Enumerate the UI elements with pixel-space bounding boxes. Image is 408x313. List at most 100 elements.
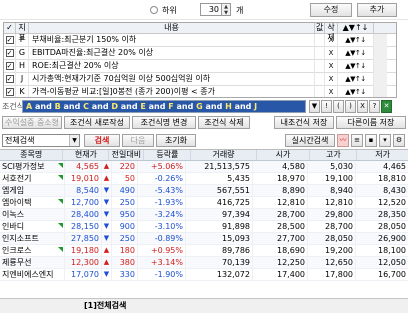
search-scope-select[interactable]: 전체검색 ▼ [2, 134, 80, 147]
rate-cell: +0.95% [138, 244, 186, 257]
condition-move-controls[interactable]: ▲▼↑↓ [338, 33, 374, 47]
scrollbar-track[interactable] [374, 59, 387, 73]
high-cell: 12,810 [308, 196, 356, 209]
condition-checkbox-cell: ✓ [4, 59, 16, 73]
table-row[interactable]: 이녹스 28,400 ▼ 950 -3.24% 97,394 28,700 29… [0, 208, 408, 221]
table-row[interactable]: SCI평가정보 4,565 ▲ 220 +5.06% 21,513,575 4,… [0, 160, 408, 173]
col-open[interactable]: 시가 [257, 150, 311, 160]
table-row[interactable]: 서호전기 19,010 ▲ 50 -0.26% 5,435 18,970 19,… [0, 172, 408, 185]
table-row[interactable]: 인바디 28,150 ▼ 900 -3.10% 91,898 28,500 28… [0, 220, 408, 233]
condition-value [315, 85, 325, 97]
condition-move-controls[interactable]: ▲▼↑↓ [338, 46, 374, 60]
col-price[interactable]: 현재가 [63, 150, 110, 160]
price-cell: 12,700 [65, 196, 102, 209]
volume-cell: 416,725 [186, 196, 253, 209]
save-as-button[interactable]: 다른이름 저장 [336, 116, 406, 129]
excel-icon[interactable]: ✕ [381, 100, 392, 113]
new-condition-button[interactable]: 조건식 새로작성 [64, 116, 130, 129]
realtime-search-button[interactable]: 실시간검색 [285, 134, 335, 147]
condition-row[interactable]: ✓ G EBITDA마진율:최근결산 20% 이상 X ▲▼↑↓ [4, 46, 396, 60]
condition-table: ✓ 지표 내용 값 삭제 ▲▼↑↓ ✓ F 부채비율:최근분기 150% 이하 … [3, 22, 397, 98]
table-row[interactable]: 엠아이텍 12,700 ▼ 250 -1.93% 416,725 12,810 … [0, 196, 408, 209]
rename-condition-button[interactable]: 조건식명 변경 [132, 116, 196, 129]
x-symbol-button[interactable]: X [357, 100, 368, 113]
scrollbar-track[interactable] [374, 46, 387, 60]
condition-checkbox-cell: ✓ [4, 72, 16, 86]
diff-cell: 900 [112, 220, 138, 233]
scrollbar-track[interactable] [374, 72, 387, 86]
chevron-down-icon[interactable]: ▾ [379, 134, 391, 147]
rate-cell: -5.43% [138, 184, 186, 197]
condition-checkbox[interactable]: ✓ [5, 62, 14, 70]
table-row[interactable]: 엠게임 8,540 ▼ 490 -5.43% 567,551 8,890 8,9… [0, 184, 408, 197]
col-high[interactable]: 고가 [310, 150, 358, 160]
condition-delete[interactable]: X [325, 59, 338, 73]
save-condition-button[interactable]: 내조건식 저장 [274, 116, 334, 129]
list-icon[interactable]: ≡ [351, 134, 363, 147]
help-symbol-button[interactable]: ? [369, 100, 380, 113]
open-paren-button[interactable]: ( [333, 100, 344, 113]
condition-row[interactable]: ✓ H ROE:최근결산 20% 이상 X ▲▼↑↓ [4, 59, 396, 73]
col-diff[interactable]: 전일대비 [109, 150, 145, 160]
condition-checkbox[interactable]: ✓ [5, 88, 14, 96]
table-row[interactable]: 제룡무선 12,300 ▲ 380 +3.14% 70,139 12,250 1… [0, 256, 408, 269]
bottom-radio[interactable] [150, 6, 158, 14]
reset-button[interactable]: 초기화 [156, 134, 196, 147]
options-icon[interactable]: ▪ [365, 134, 377, 147]
condition-move-controls[interactable]: ▲▼↑↓ [338, 59, 374, 73]
down-arrow-icon: ▼ [102, 268, 112, 281]
low-cell: 4,465 [383, 161, 406, 171]
condition-delete[interactable]: X [325, 85, 338, 97]
condition-move-controls[interactable]: ▲▼↑↓ [338, 85, 374, 97]
stock-name-text: SCI평가정보 [2, 161, 45, 171]
search-scope-value: 전체검색 [5, 136, 35, 145]
delete-condition-button[interactable]: 조건식 삭제 [198, 116, 250, 129]
table-row[interactable]: 인크로스 19,180 ▲ 180 +0.95% 89,786 18,690 1… [0, 244, 408, 257]
volume-cell: 132,072 [186, 268, 253, 281]
col-rate[interactable]: 등락률 [144, 150, 192, 160]
scrollbar-track[interactable] [374, 33, 387, 47]
high-cell: 8,940 [308, 184, 356, 197]
table-row[interactable]: 인지소프트 27,850 ▼ 250 -0.89% 15,093 27,700 … [0, 232, 408, 245]
high-cell: 19,200 [308, 244, 356, 257]
condition-delete[interactable]: X [325, 46, 338, 60]
edit-button[interactable]: 수정 [310, 3, 352, 17]
stock-name-text: 엠게임 [2, 185, 25, 195]
volume-cell: 97,394 [186, 208, 253, 221]
diff-cell: 250 [112, 232, 138, 245]
formula-token: G [196, 102, 203, 111]
next-button[interactable]: 다음 [122, 134, 154, 147]
down-arrow-icon: ▼ [102, 220, 112, 233]
col-name[interactable]: 종목명 [0, 150, 64, 160]
col-volume[interactable]: 거래량 [191, 150, 257, 160]
not-symbol-button[interactable]: ! [321, 100, 332, 113]
count-spinner[interactable]: ▲ ▼ [222, 3, 231, 16]
low-cell: 12,520 [378, 197, 406, 207]
formula-expression[interactable]: A and B and C and D and E and F and G an… [22, 100, 306, 113]
count-input[interactable]: 30 [200, 3, 222, 16]
condition-checkbox[interactable]: ✓ [5, 49, 14, 57]
condition-row[interactable]: ✓ F 부채비율:최근분기 150% 이하 X ▲▼↑↓ [4, 33, 396, 47]
condition-checkbox[interactable]: ✓ [5, 36, 14, 44]
condition-row[interactable]: ✓ K 가격-이동평균 비교:[일]0봉전 (종가 200)이평 < 종가 X … [4, 85, 396, 97]
condition-delete[interactable]: X [325, 72, 338, 86]
rate-cell: +3.14% [138, 256, 186, 269]
scrollbar-track[interactable] [374, 85, 387, 97]
table-row[interactable]: 지엔비에스엔지 17,070 ▼ 330 -1.90% 132,072 17,4… [0, 268, 408, 281]
col-low[interactable]: 저가 [357, 150, 408, 160]
condition-row[interactable]: ✓ J 시가총액:현재가기준 70십억원 이상 500십억원 이하 X ▲▼↑↓ [4, 72, 396, 86]
up-arrow-icon: ▲ [102, 160, 112, 173]
add-button[interactable]: 추가 [357, 3, 397, 17]
close-paren-button[interactable]: ) [345, 100, 356, 113]
chart-icon[interactable]: 〰 [337, 134, 349, 147]
strategy-name-field[interactable]: 수익설중 중소형 [2, 116, 62, 129]
condition-delete[interactable]: X [325, 33, 338, 47]
settings-icon[interactable]: ⚙ [393, 134, 405, 147]
condition-checkbox[interactable]: ✓ [5, 75, 14, 83]
open-cell: 18,970 [253, 172, 308, 185]
search-button[interactable]: 검색 [84, 134, 120, 147]
tab-all-search[interactable]: [1]전체검색 [84, 300, 126, 312]
dropdown-symbol-button[interactable]: ▼ [309, 100, 320, 113]
condition-move-controls[interactable]: ▲▼↑↓ [338, 72, 374, 86]
formula-operator: and [173, 102, 197, 111]
